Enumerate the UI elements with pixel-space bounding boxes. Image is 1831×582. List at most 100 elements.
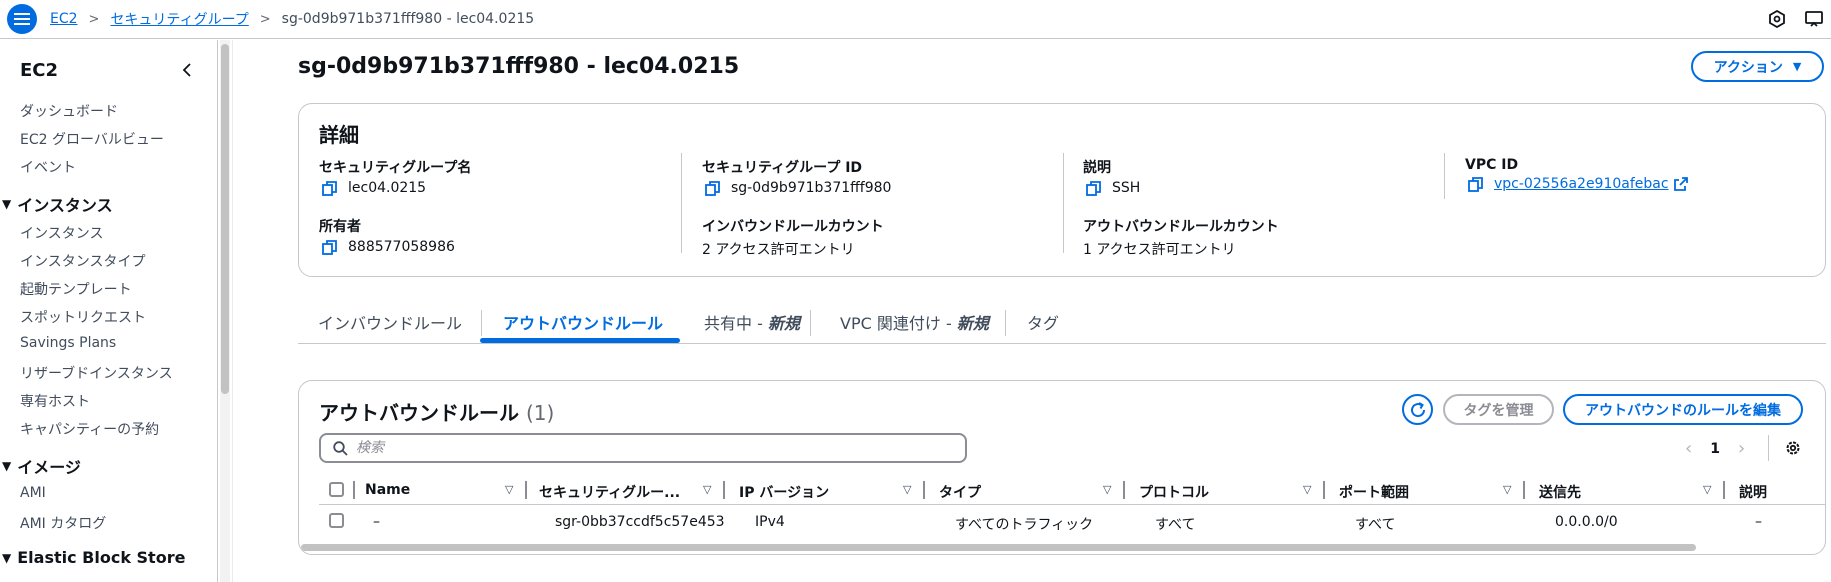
column-divider[interactable] [723,481,725,499]
caret-down-icon: ▼ [1792,60,1802,73]
search-input[interactable] [356,440,936,456]
sort-icon[interactable]: ▽ [703,483,711,496]
sort-icon[interactable]: ▽ [903,483,911,496]
rules-count: (1) [525,401,555,425]
sidebar-item-ami-catalog[interactable]: AMI カタログ [20,513,106,533]
tab-outbound-rules[interactable]: アウトバウンドルール [503,310,663,334]
sidebar-group-ebs[interactable]: ▼ Elastic Block Store [2,548,185,567]
table-header: Name ▽ セキュリティグルー... ▽ IP バージョン ▽ タイプ ▽ プ… [319,477,1825,505]
tab-bar: インバウンドルール アウトバウンドルール 共有中 - 新規 VPC 関連付け -… [298,300,1826,344]
cell-port-range: すべて [1355,517,1396,533]
sidebar-item-instance-types[interactable]: インスタンスタイプ [20,251,145,271]
detail-value: 2 アクセス許可エントリ [702,242,855,258]
column-divider[interactable] [1323,481,1325,499]
sidebar-item-global-view[interactable]: EC2 グローバルビュー [20,129,164,149]
rules-heading-label: アウトバウンドルール [319,401,519,425]
tab-divider [810,310,811,336]
pager-divider [1768,435,1769,461]
caret-down-icon: ▼ [2,550,12,565]
feedback-icon[interactable] [1805,10,1823,28]
sidebar-item-events[interactable]: イベント [20,157,76,177]
edit-outbound-rules-button[interactable]: アウトバウンドのルールを編集 [1563,394,1803,425]
sidebar-item-launch-templates[interactable]: 起動テンプレート [20,279,132,299]
detail-sg-name: セキュリティグループ名 lec04.0215 [319,157,471,196]
column-header-destination[interactable]: 送信先 [1539,482,1581,502]
gear-icon[interactable] [1785,440,1801,456]
tab-vpc-associations[interactable]: VPC 関連付け - 新規 [840,310,989,334]
column-divider[interactable] [525,481,527,499]
refresh-button[interactable] [1402,394,1433,425]
column-divider[interactable] [1723,481,1725,499]
pagination: ‹ 1 › [1685,438,1745,459]
column-divider[interactable] [923,481,925,499]
new-badge: 新規 [767,314,800,333]
sidebar-item-reserved-instances[interactable]: リザーブドインスタンス [20,363,173,383]
tab-sharing[interactable]: 共有中 - 新規 [704,310,800,334]
column-header-ip-version[interactable]: IP バージョン [739,482,829,502]
sidebar-item-ami[interactable]: AMI [20,485,46,501]
column-header-rule-id[interactable]: セキュリティグルー... [539,482,680,502]
sort-icon[interactable]: ▽ [1703,483,1711,496]
sidebar-item-instances[interactable]: インスタンス [20,223,103,243]
breadcrumb: EC2 > セキュリティグループ > sg-0d9b971b371fff980 … [50,9,534,29]
chevron-right-icon: > [259,11,271,27]
copy-icon[interactable] [322,180,337,196]
table-horizontal-scrollbar[interactable] [301,544,1696,551]
sidebar-item-savings-plans[interactable]: Savings Plans [20,335,116,351]
column-header-type[interactable]: タイプ [939,482,981,502]
detail-label: 所有者 [319,219,361,235]
detail-sg-id: セキュリティグループ ID sg-0d9b971b371fff980 [702,157,891,196]
sort-icon[interactable]: ▽ [1103,483,1111,496]
detail-vpc-id: VPC ID vpc-02556a2e910afebac [1465,157,1688,192]
caret-down-icon: ▼ [2,197,12,211]
column-header-name[interactable]: Name [365,482,410,498]
copy-icon[interactable] [705,180,720,196]
sort-icon[interactable]: ▽ [1503,483,1511,496]
sidebar-group-images[interactable]: ▼ イメージ [2,454,81,478]
breadcrumb-security-groups-link[interactable]: セキュリティグループ [110,9,248,29]
copy-icon[interactable] [1086,180,1101,196]
next-page-icon[interactable]: › [1738,438,1745,459]
sidebar-scroll-thumb[interactable] [221,44,229,394]
column-divider[interactable] [1523,481,1525,499]
details-heading: 詳細 [319,123,359,147]
copy-icon[interactable] [1468,176,1483,192]
menu-icon[interactable] [7,4,37,34]
row-checkbox[interactable] [329,513,344,528]
detail-value: lec04.0215 [348,180,427,196]
detail-value: sg-0d9b971b371fff980 [731,180,892,196]
cell-name: – [373,514,380,530]
external-link-icon[interactable] [1673,177,1688,191]
table-row[interactable]: – sgr-0bb37ccdf5c57e453 IPv4 すべてのトラフィック … [319,507,1825,535]
column-header-protocol[interactable]: プロトコル [1139,482,1209,502]
search-icon [333,440,348,456]
sort-icon[interactable]: ▽ [1303,483,1311,496]
tab-label: VPC 関連付け - [840,314,957,333]
column-header-description[interactable]: 説明 [1739,482,1767,502]
sidebar-item-capacity-reservations[interactable]: キャパシティーの予約 [20,419,159,439]
breadcrumb-ec2-link[interactable]: EC2 [50,11,78,27]
tab-tags[interactable]: タグ [1027,310,1059,334]
search-field[interactable] [319,433,967,463]
settings-hexagon-icon[interactable] [1768,10,1786,28]
sidebar-item-spot-requests[interactable]: スポットリクエスト [20,307,146,327]
manage-tags-button[interactable]: タグを管理 [1443,394,1554,425]
cell-protocol: すべて [1155,517,1196,533]
vpc-id-link[interactable]: vpc-02556a2e910afebac [1494,176,1669,192]
sidebar-group-instances[interactable]: ▼ インスタンス [2,192,113,216]
column-divider[interactable] [1123,481,1125,499]
column-divider [681,153,682,253]
cell-ip-version: IPv4 [755,514,785,530]
collapse-chevron-icon[interactable] [180,62,196,78]
actions-button[interactable]: アクション ▼ [1691,51,1824,82]
sidebar-item-dedicated-hosts[interactable]: 専有ホスト [20,391,90,411]
copy-icon[interactable] [322,239,337,255]
column-header-port-range[interactable]: ポート範囲 [1339,482,1409,502]
current-page[interactable]: 1 [1710,441,1720,457]
sort-icon[interactable]: ▽ [505,483,513,496]
previous-page-icon[interactable]: ‹ [1685,438,1692,459]
detail-value: SSH [1112,180,1141,196]
select-all-checkbox[interactable] [329,482,344,497]
sidebar-item-dashboard[interactable]: ダッシュボード [20,101,118,121]
tab-inbound-rules[interactable]: インバウンドルール [318,310,462,334]
